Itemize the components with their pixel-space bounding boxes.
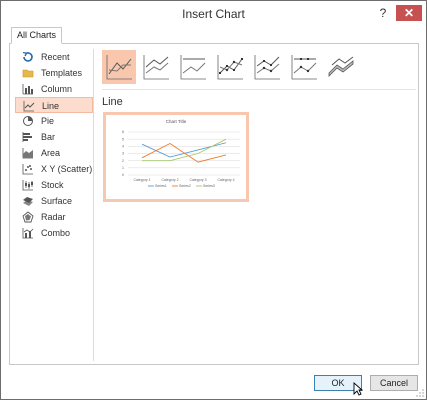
chart-type-list: Recent Templates Column Line Pie Bar Are… <box>15 49 93 241</box>
sidebar-item-label: X Y (Scatter) <box>41 164 93 174</box>
radar-chart-icon <box>22 211 34 223</box>
tab-strip: All Charts <box>9 27 419 44</box>
insert-chart-dialog: Insert Chart ? ✕ All Charts Recent Templ… <box>0 0 427 400</box>
stacked-line-icon <box>143 55 169 80</box>
sidebar-item-pie[interactable]: Pie <box>15 113 93 129</box>
chart-subtype-heading: Line <box>102 96 123 108</box>
recent-icon <box>22 51 33 62</box>
sidebar-item-label: Combo <box>41 228 71 238</box>
sidebar-item-label: Recent <box>41 52 70 62</box>
sidebar-item-bar[interactable]: Bar <box>15 129 93 145</box>
title-bar: Insert Chart ? ✕ <box>1 1 426 27</box>
sidebar-item-recent[interactable]: Recent <box>15 49 93 65</box>
subtype-100-stacked-line-with-markers[interactable] <box>287 50 321 84</box>
subtype-line[interactable] <box>102 50 136 84</box>
sidebar-item-templates[interactable]: Templates <box>15 65 93 81</box>
area-chart-icon <box>22 148 33 159</box>
chart-panel: Recent Templates Column Line Pie Bar Are… <box>9 43 419 365</box>
x-tick-label: Category 1 <box>133 178 150 182</box>
sidebar-item-label: Area <box>41 148 61 158</box>
sidebar-item-label: Templates <box>41 68 83 78</box>
legend-label: Series2 <box>179 184 191 188</box>
sidebar-item-scatter[interactable]: X Y (Scatter) <box>15 161 93 177</box>
subtype-stacked-line[interactable] <box>139 50 173 84</box>
combo-chart-icon <box>22 228 34 239</box>
y-tick-label: 1 <box>122 166 124 170</box>
line-icon <box>106 55 132 80</box>
sidebar-item-label: Stock <box>41 180 64 190</box>
resize-grip-icon[interactable] <box>416 389 424 397</box>
subtype-100-stacked-line[interactable] <box>176 50 210 84</box>
pie-chart-icon <box>23 116 33 126</box>
3d-line-icon <box>328 56 354 77</box>
chart-preview[interactable]: Chart Title 0 1 2 3 4 5 6 Category 1 Category 2C… <box>103 112 249 202</box>
x-tick-label: Category 4 <box>217 178 234 182</box>
panel-divider <box>93 49 94 361</box>
scatter-chart-icon <box>22 164 33 175</box>
column-chart-icon <box>22 84 33 95</box>
100-stacked-line-icon <box>180 55 206 80</box>
sidebar-item-label: Pie <box>41 116 55 126</box>
subtype-3d-line[interactable] <box>324 50 358 84</box>
sidebar-item-label: Bar <box>41 132 56 142</box>
line-chart-icon <box>23 101 35 112</box>
sidebar-item-label: Column <box>41 84 73 94</box>
y-tick-label: 3 <box>122 152 124 156</box>
sidebar-item-line[interactable]: Line <box>15 97 93 113</box>
close-button[interactable]: ✕ <box>396 5 422 21</box>
sidebar-item-column[interactable]: Column <box>15 81 93 97</box>
sidebar-item-combo[interactable]: Combo <box>15 225 93 241</box>
sidebar-item-radar[interactable]: Radar <box>15 209 93 225</box>
gallery-divider <box>102 89 416 90</box>
stacked-line-with-markers-icon <box>254 55 280 80</box>
folder-icon <box>22 69 34 78</box>
dialog-title: Insert Chart <box>182 7 245 21</box>
legend-label: Series1 <box>155 184 167 188</box>
100-stacked-line-with-markers-icon <box>291 55 317 80</box>
bar-chart-icon <box>22 132 32 142</box>
subtype-stacked-line-with-markers[interactable] <box>250 50 284 84</box>
y-tick-label: 0 <box>122 173 124 177</box>
subtype-line-with-markers[interactable] <box>213 50 247 84</box>
sidebar-item-label: Surface <box>41 196 73 206</box>
sidebar-item-area[interactable]: Area <box>15 145 93 161</box>
sidebar-item-label: Radar <box>41 212 66 222</box>
cancel-button[interactable]: Cancel <box>370 375 418 391</box>
sidebar-item-stock[interactable]: Stock <box>15 177 93 193</box>
mouse-cursor-icon <box>353 382 363 396</box>
sidebar-item-surface[interactable]: Surface <box>15 193 93 209</box>
line-with-markers-icon <box>217 55 243 80</box>
y-tick-label: 4 <box>122 145 124 149</box>
preview-chart-plot: 0 1 2 3 4 5 6 Category 1 Category 2 Category 3 Cat… <box>122 130 240 188</box>
x-tick-label: Category 3 <box>189 178 206 182</box>
legend-label: Series3 <box>203 184 215 188</box>
series-line <box>141 142 227 158</box>
x-tick-label: Category 2 <box>161 178 178 182</box>
surface-chart-icon <box>23 197 33 206</box>
stock-chart-icon <box>22 180 33 191</box>
tab-all-charts[interactable]: All Charts <box>11 27 63 44</box>
sidebar-item-label: Line <box>42 101 60 111</box>
help-button[interactable]: ? <box>374 4 392 22</box>
y-tick-label: 5 <box>122 137 124 141</box>
y-tick-label: 2 <box>122 159 124 163</box>
y-tick-label: 6 <box>122 130 124 134</box>
